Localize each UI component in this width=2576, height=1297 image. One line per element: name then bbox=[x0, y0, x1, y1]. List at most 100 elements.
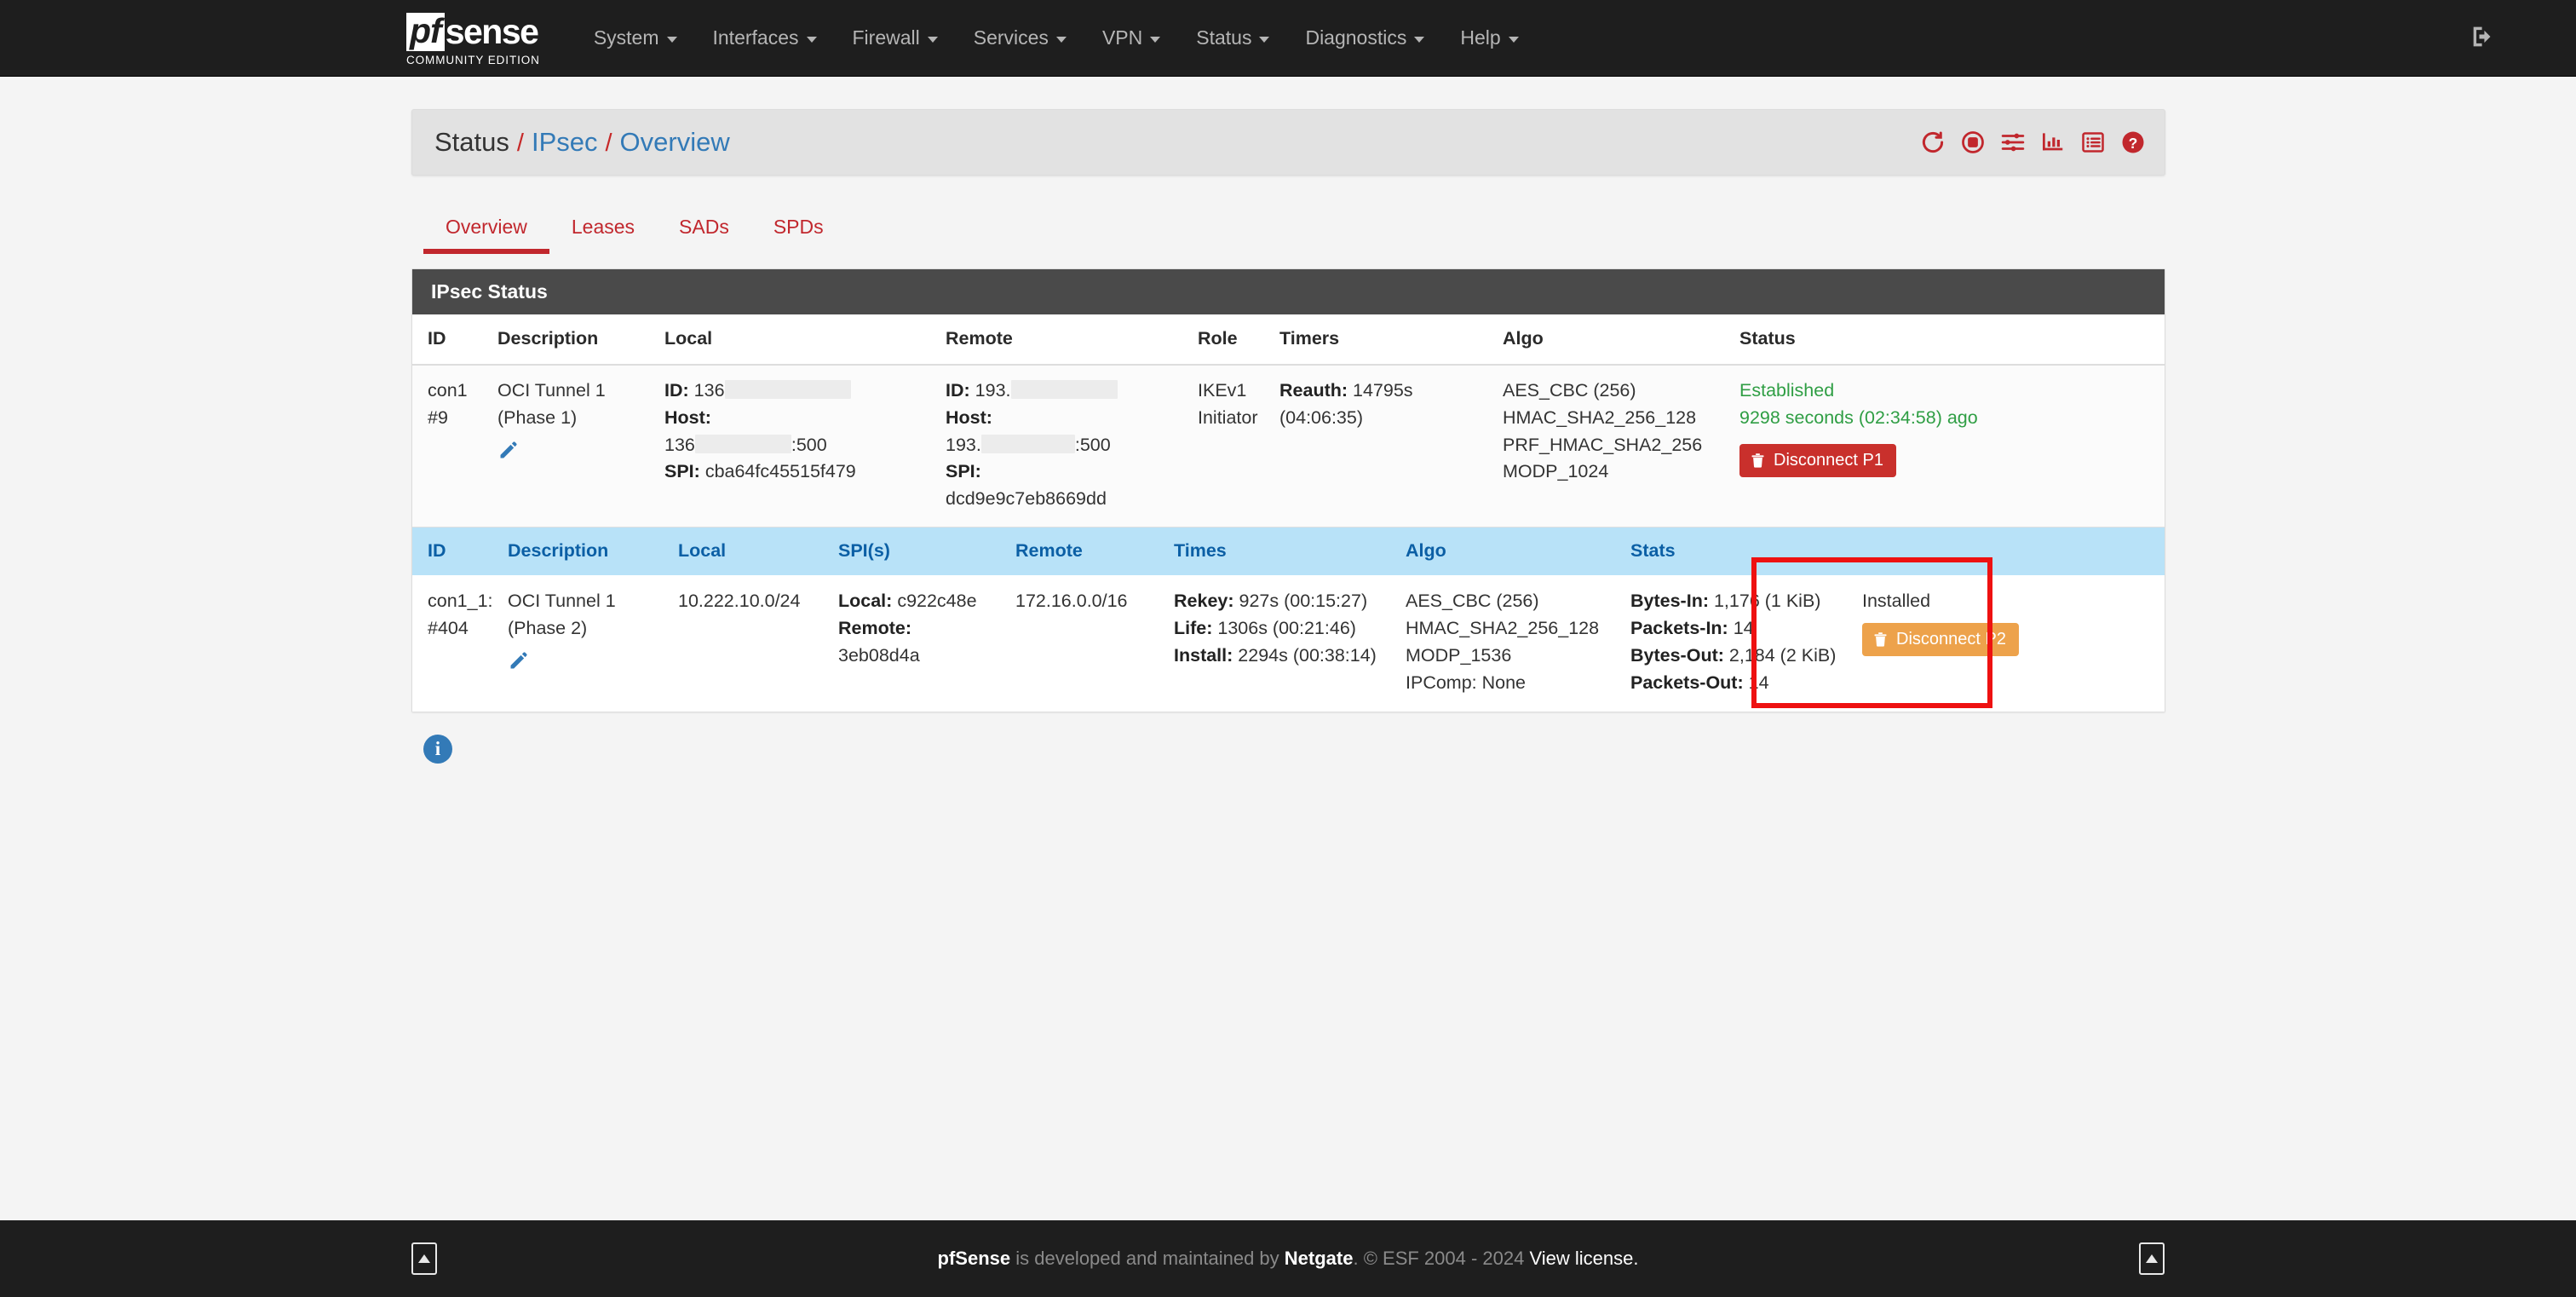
sign-out-icon[interactable] bbox=[2469, 22, 2498, 55]
disconnect-p2-label: Disconnect P2 bbox=[1896, 630, 2006, 649]
disconnect-p1-label: Disconnect P1 bbox=[1774, 451, 1883, 470]
tab-overview[interactable]: Overview bbox=[423, 216, 549, 254]
phase2-table: ID Description Local SPI(s) Remote Times… bbox=[412, 527, 2165, 712]
p2-col-header-times: Times bbox=[1167, 527, 1399, 576]
phase2-spi-local-line: Local: c922c48e bbox=[838, 588, 1002, 615]
phase2-cell-spis: Local: c922c48e Remote: 3eb08d4a bbox=[831, 575, 1009, 712]
chart-bar-icon[interactable] bbox=[2040, 130, 2066, 155]
chevron-down-icon bbox=[1508, 37, 1519, 43]
local-spi-value: cba64fc45515f479 bbox=[704, 461, 856, 482]
breadcrumb-section[interactable]: IPsec bbox=[532, 127, 598, 158]
footer-license-link[interactable]: View license. bbox=[1529, 1248, 1638, 1269]
refresh-icon[interactable] bbox=[1920, 130, 1946, 155]
phase2-life-line: Life: 1306s (00:21:46) bbox=[1174, 615, 1392, 643]
phase1-cell-id: con1 #9 bbox=[412, 365, 491, 527]
footer-copyright: . © ESF 2004 - 2024 bbox=[1353, 1248, 1530, 1269]
phase1-algo-integrity: HMAC_SHA2_256_128 bbox=[1503, 406, 1697, 428]
info-circle-icon[interactable]: i bbox=[423, 735, 452, 764]
list-alt-icon[interactable] bbox=[2080, 130, 2106, 155]
nav-label: Services bbox=[973, 26, 1049, 49]
remote-spi-label: SPI: bbox=[946, 461, 981, 482]
panel-title: IPsec Status bbox=[412, 269, 2165, 314]
page-footer: pfSense is developed and maintained by N… bbox=[0, 1220, 2576, 1297]
phase2-cell-local: 10.222.10.0/24 bbox=[671, 575, 831, 712]
phase2-install-line: Install: 2294s (00:38:14) bbox=[1174, 643, 1392, 670]
rekey-value: 927s (00:15:27) bbox=[1239, 591, 1368, 612]
phase1-role-version: IKEv1 bbox=[1198, 380, 1247, 401]
bytes-out-label: Bytes-Out: bbox=[1630, 644, 1724, 666]
breadcrumb: Status / IPsec / Overview bbox=[434, 127, 730, 158]
life-label: Life: bbox=[1174, 617, 1213, 638]
col-header-status: Status bbox=[1733, 314, 2165, 366]
triangle-up-icon bbox=[2146, 1254, 2158, 1263]
phase1-cell-algo: AES_CBC (256) HMAC_SHA2_256_128 PRF_HMAC… bbox=[1496, 365, 1733, 527]
brand-logo[interactable]: pf sense COMMUNITY EDITION bbox=[406, 0, 540, 77]
phase2-description: OCI Tunnel 1 (Phase 2) bbox=[508, 591, 616, 638]
local-host-port: :500 bbox=[791, 434, 827, 455]
breadcrumb-separator: / bbox=[516, 130, 524, 157]
local-host-label: Host: bbox=[664, 406, 711, 428]
phase2-spi-remote-label: Remote: bbox=[838, 615, 1002, 643]
phase1-description: OCI Tunnel 1 (Phase 1) bbox=[497, 380, 606, 428]
col-header-role: Role bbox=[1191, 314, 1273, 366]
nav-label: Interfaces bbox=[712, 26, 799, 49]
phase2-bytes-out-line: Bytes-Out: 2,184 (2 KiB) bbox=[1630, 643, 1849, 670]
p2-col-header-stats: Stats bbox=[1624, 527, 1855, 576]
phase1-id-line2: #9 bbox=[428, 406, 448, 428]
phase1-header-row: ID Description Local Remote Role Timers … bbox=[412, 314, 2165, 366]
redaction-block bbox=[1010, 380, 1118, 399]
nav-item-vpn[interactable]: VPN bbox=[1084, 0, 1178, 77]
packets-out-label: Packets-Out: bbox=[1630, 672, 1744, 693]
chevron-down-icon bbox=[806, 37, 817, 43]
phase2-algo-encryption: AES_CBC (256) bbox=[1406, 591, 1539, 612]
rekey-label: Rekey: bbox=[1174, 591, 1234, 612]
nav-item-system[interactable]: System bbox=[576, 0, 695, 77]
stop-circle-icon[interactable] bbox=[1960, 130, 1986, 155]
p2-col-header-remote: Remote bbox=[1009, 527, 1167, 576]
sliders-icon[interactable] bbox=[2000, 130, 2026, 155]
nav-item-diagnostics[interactable]: Diagnostics bbox=[1287, 0, 1442, 77]
tab-label: Leases bbox=[571, 216, 635, 238]
phase1-cell-status: Established 9298 seconds (02:34:58) ago bbox=[1733, 365, 2165, 527]
nav-item-services[interactable]: Services bbox=[956, 0, 1084, 77]
phase1-id-line1: con1 bbox=[428, 380, 468, 401]
nav-item-help[interactable]: Help bbox=[1442, 0, 1536, 77]
question-circle-icon[interactable]: ? bbox=[2120, 130, 2146, 155]
disconnect-p2-button[interactable]: Disconnect P2 bbox=[1862, 622, 2019, 656]
phase2-bytes-in-line: Bytes-In: 1,176 (1 KiB) bbox=[1630, 588, 1849, 615]
local-host-value: 136 bbox=[664, 434, 695, 455]
status-uptime: 9298 seconds (02:34:58) ago bbox=[1739, 406, 1978, 428]
phase2-cell-state: Installed Disconnect P2 bbox=[1855, 575, 2165, 712]
pencil-icon[interactable] bbox=[497, 440, 651, 470]
breadcrumb-page[interactable]: Overview bbox=[620, 127, 730, 158]
phase2-cell-remote: 172.16.0.0/16 bbox=[1009, 575, 1167, 712]
install-label: Install: bbox=[1174, 644, 1233, 666]
tab-leases[interactable]: Leases bbox=[549, 216, 657, 254]
disconnect-p1-button[interactable]: Disconnect P1 bbox=[1739, 443, 1896, 477]
nav-item-status[interactable]: Status bbox=[1178, 0, 1287, 77]
life-value: 1306s (00:21:46) bbox=[1217, 617, 1356, 638]
col-header-local: Local bbox=[658, 314, 939, 366]
phase1-row: con1 #9 OCI Tunnel 1 (Phase 1) ID: 136 H… bbox=[412, 365, 2165, 527]
phase1-remote-spi-label: SPI: bbox=[946, 458, 1184, 486]
phase1-local-host-label: Host: bbox=[664, 405, 932, 432]
phase2-algo-ipcomp: IPComp: None bbox=[1406, 672, 1527, 693]
pencil-icon[interactable] bbox=[508, 650, 664, 680]
tab-spds[interactable]: SPDs bbox=[751, 216, 846, 254]
phase2-cell-times: Rekey: 927s (00:15:27) Life: 1306s (00:2… bbox=[1167, 575, 1399, 712]
footer-scroll-right-button[interactable] bbox=[2139, 1242, 2165, 1275]
nav-item-interfaces[interactable]: Interfaces bbox=[695, 0, 835, 77]
packets-in-value: 14 bbox=[1733, 617, 1754, 638]
nav-item-firewall[interactable]: Firewall bbox=[835, 0, 956, 77]
p2-col-header-algo: Algo bbox=[1399, 527, 1624, 576]
tab-sads[interactable]: SADs bbox=[657, 216, 751, 254]
local-id-label: ID: bbox=[664, 380, 689, 401]
info-row: i bbox=[411, 735, 2165, 764]
p2-col-header-state bbox=[1855, 527, 2165, 576]
footer-scroll-left-button[interactable] bbox=[411, 1242, 437, 1275]
phase1-table: ID Description Local Remote Role Timers … bbox=[412, 314, 2165, 527]
install-value: 2294s (00:38:14) bbox=[1238, 644, 1377, 666]
tab-label: SPDs bbox=[773, 216, 824, 238]
tab-bar: Overview Leases SADs SPDs bbox=[411, 201, 2165, 254]
content-container: Status / IPsec / Overview ? Overview Lea… bbox=[411, 77, 2165, 764]
